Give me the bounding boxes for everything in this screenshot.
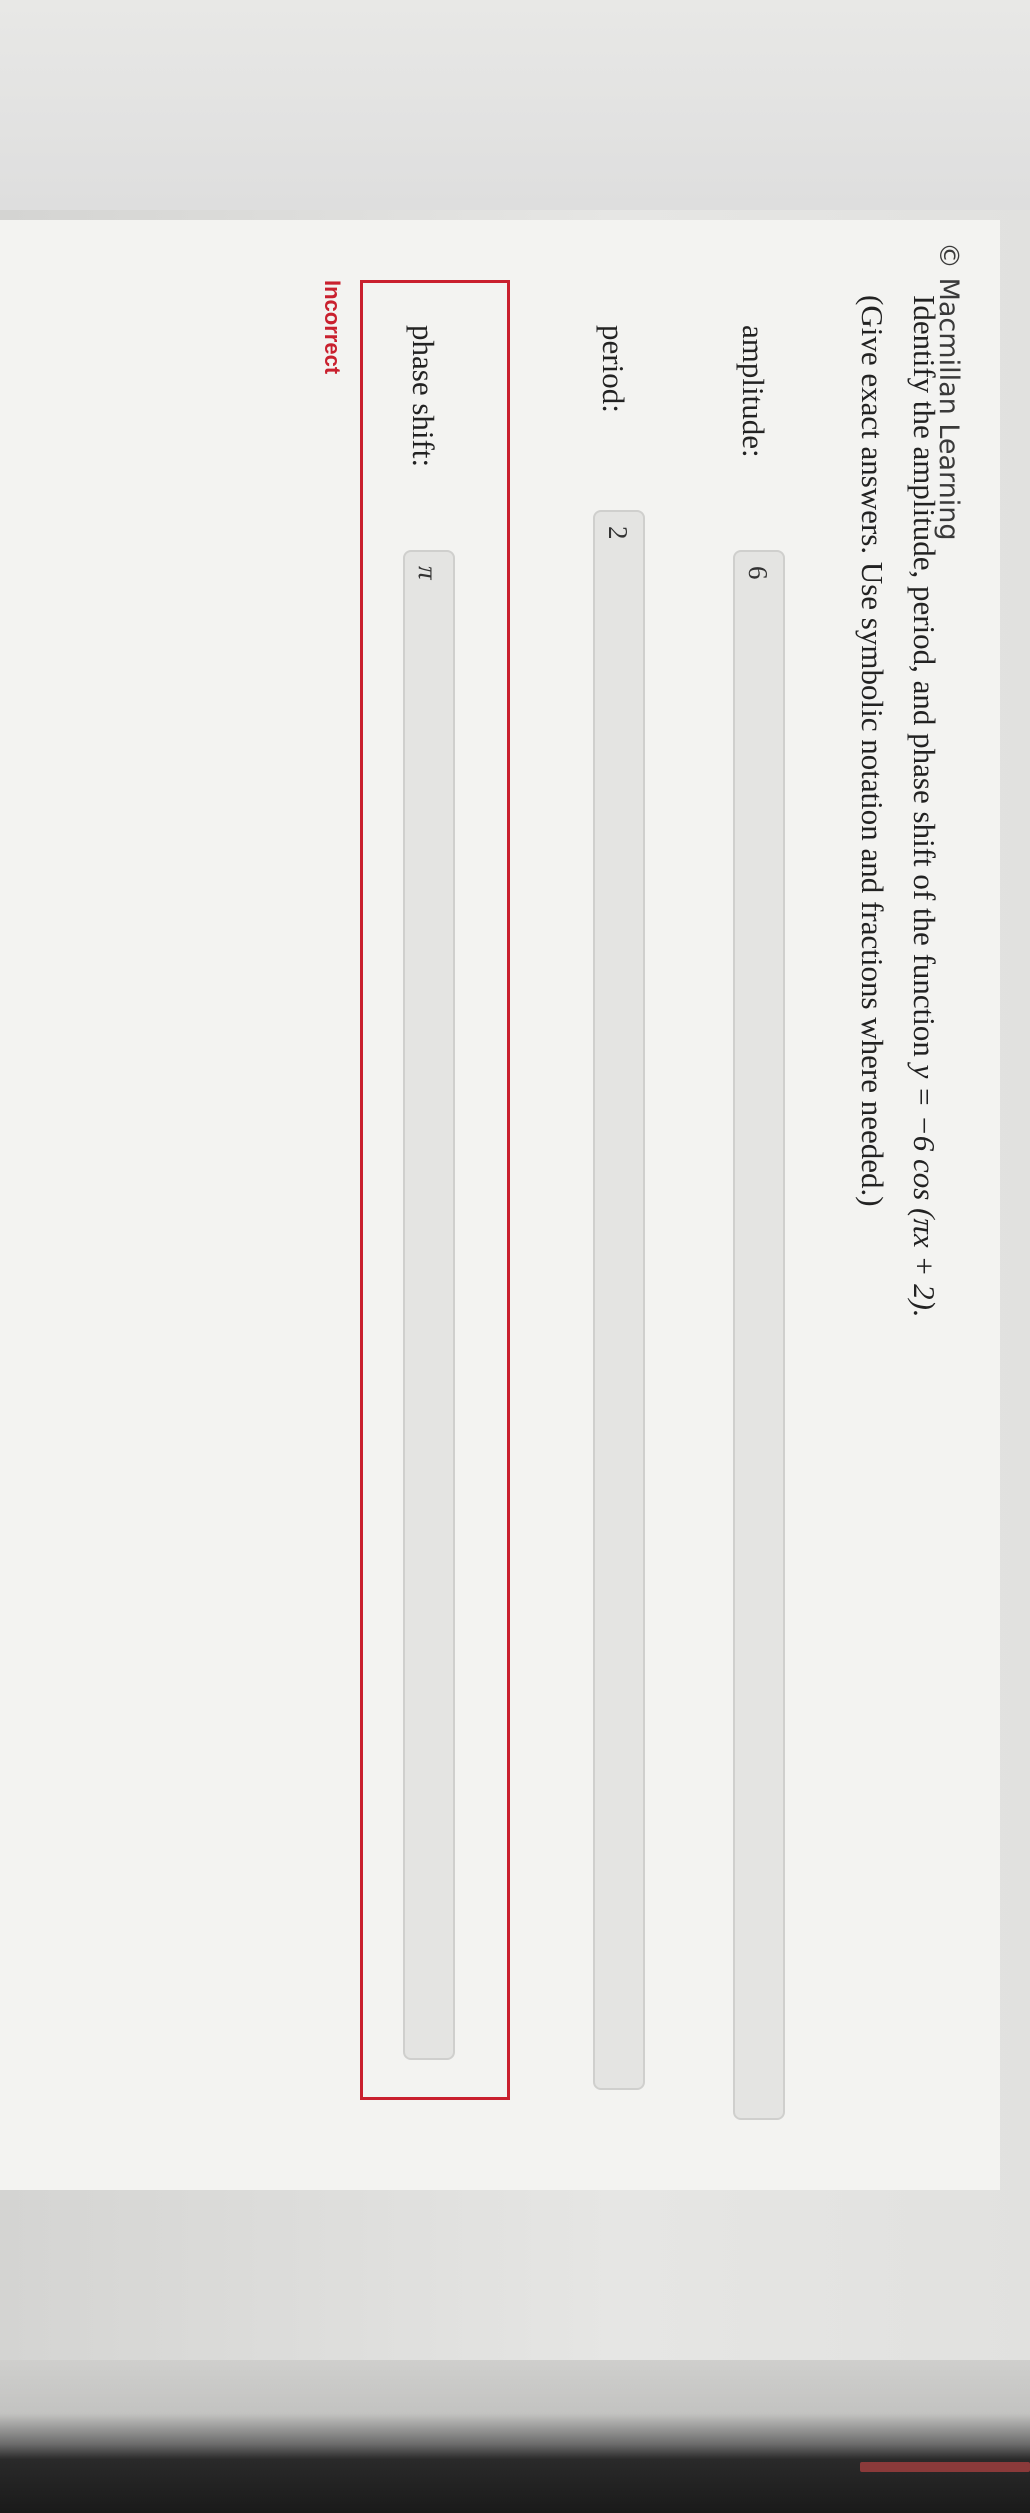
question-instructions: (Give exact answers. Use symbolic notati… xyxy=(855,295,890,1207)
period-label: period: xyxy=(596,325,631,413)
phase-shift-input[interactable]: π xyxy=(403,550,455,2060)
incorrect-feedback: Incorrect xyxy=(320,280,345,375)
phase-shift-label: phase shift: xyxy=(406,325,441,468)
bezel-accent xyxy=(860,2462,1030,2472)
period-input[interactable]: 2 xyxy=(593,510,645,2090)
question-line: Identify the amplitude, period, and phas… xyxy=(898,295,950,1318)
amplitude-row: amplitude: 6 xyxy=(713,220,785,2120)
monitor-bezel xyxy=(0,2360,1030,2513)
phase-shift-row: phase shift: π xyxy=(383,220,455,2120)
rotated-screen: © Macmillan Learning Identify the amplit… xyxy=(0,0,1030,2513)
amplitude-input[interactable]: 6 xyxy=(733,550,785,2120)
question-text: Identify the amplitude, period, and phas… xyxy=(907,295,942,1065)
period-row: period: 2 xyxy=(573,220,645,2120)
function-expression: y = −6 cos (πx + 2). xyxy=(907,1064,942,1318)
question-prompt: Identify the amplitude, period, and phas… xyxy=(846,295,950,1318)
question-card: © Macmillan Learning Identify the amplit… xyxy=(0,220,1000,2190)
amplitude-label: amplitude: xyxy=(736,325,771,458)
